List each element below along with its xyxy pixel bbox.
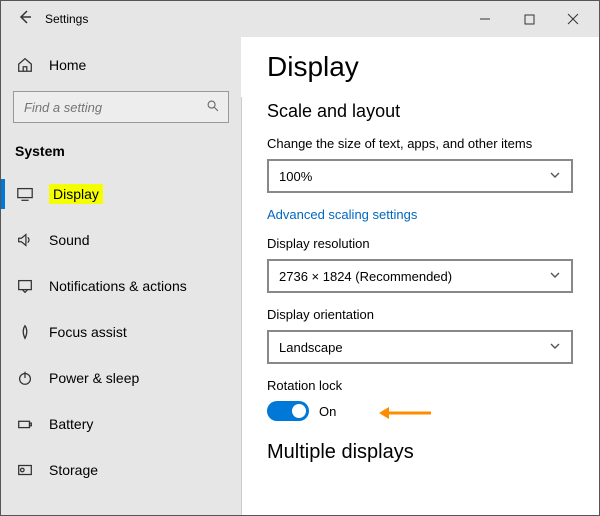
sidebar-item-sound[interactable]: Sound — [1, 217, 241, 263]
section-scale-layout: Scale and layout — [267, 101, 573, 122]
orientation-value: Landscape — [279, 340, 343, 355]
chevron-down-icon — [549, 269, 561, 284]
rotation-lock-label: Rotation lock — [267, 378, 573, 393]
notifications-icon — [15, 276, 35, 296]
sidebar-item-focus-assist[interactable]: Focus assist — [1, 309, 241, 355]
back-button[interactable] — [9, 9, 41, 30]
search-icon — [206, 99, 220, 116]
sidebar-item-display[interactable]: Display — [1, 171, 241, 217]
chevron-down-icon — [549, 169, 561, 184]
display-icon — [15, 184, 35, 204]
maximize-button[interactable] — [507, 4, 551, 34]
orientation-combo[interactable]: Landscape — [267, 330, 573, 364]
window-title: Settings — [45, 12, 88, 26]
storage-icon — [15, 460, 35, 480]
page-title: Display — [267, 51, 573, 83]
text-size-value: 100% — [279, 169, 312, 184]
rotation-lock-state: On — [319, 404, 336, 419]
home-icon — [15, 55, 35, 75]
sidebar-item-storage[interactable]: Storage — [1, 447, 241, 493]
search-input[interactable] — [22, 99, 206, 116]
advanced-scaling-link[interactable]: Advanced scaling settings — [267, 207, 417, 222]
sidebar-item-label: Notifications & actions — [49, 278, 187, 294]
orientation-label: Display orientation — [267, 307, 573, 322]
home-label: Home — [49, 57, 86, 73]
sidebar-item-label: Battery — [49, 416, 93, 432]
resolution-label: Display resolution — [267, 236, 573, 251]
focus-assist-icon — [15, 322, 35, 342]
search-box[interactable] — [13, 91, 229, 123]
sidebar-item-notifications[interactable]: Notifications & actions — [1, 263, 241, 309]
minimize-button[interactable] — [463, 4, 507, 34]
sidebar-item-label: Display — [49, 184, 103, 204]
sidebar: Home System Display Sound Notification — [1, 37, 241, 515]
rotation-lock-toggle[interactable] — [267, 401, 309, 421]
section-title: System — [1, 137, 241, 171]
home-link[interactable]: Home — [1, 45, 241, 85]
sidebar-item-battery[interactable]: Battery — [1, 401, 241, 447]
text-size-combo[interactable]: 100% — [267, 159, 573, 193]
resolution-combo[interactable]: 2736 × 1824 (Recommended) — [267, 259, 573, 293]
section-multiple-displays: Multiple displays — [267, 441, 573, 464]
sidebar-item-power-sleep[interactable]: Power & sleep — [1, 355, 241, 401]
chevron-down-icon — [549, 340, 561, 355]
text-size-label: Change the size of text, apps, and other… — [267, 136, 573, 151]
sidebar-item-label: Focus assist — [49, 324, 127, 340]
sidebar-item-label: Storage — [49, 462, 98, 478]
battery-icon — [15, 414, 35, 434]
sound-icon — [15, 230, 35, 250]
sidebar-item-label: Power & sleep — [49, 370, 139, 386]
titlebar: Settings — [1, 1, 599, 37]
content-pane: Display Scale and layout Change the size… — [241, 37, 599, 515]
resolution-value: 2736 × 1824 (Recommended) — [279, 269, 452, 284]
power-icon — [15, 368, 35, 388]
sidebar-item-label: Sound — [49, 232, 89, 248]
close-button[interactable] — [551, 4, 595, 34]
annotation-arrow-icon — [377, 403, 433, 429]
